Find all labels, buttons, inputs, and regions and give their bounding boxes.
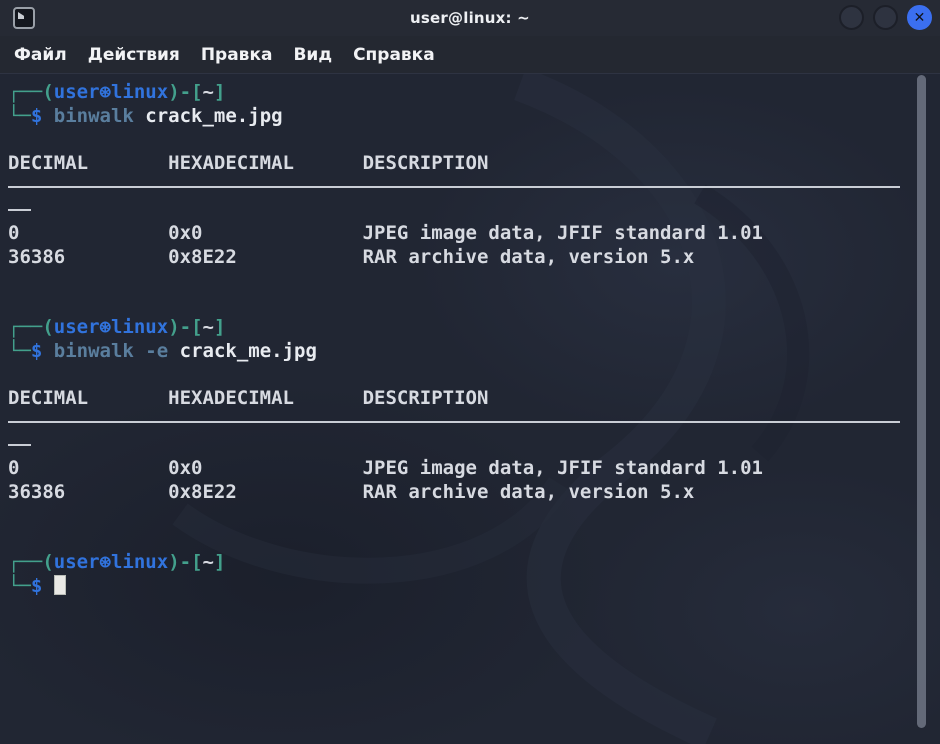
cell-decimal: 0 xyxy=(8,222,168,246)
table-separator-row xyxy=(8,410,940,434)
terminal-window: user@linux: ~ ✕ Файл Действия Правка Вид… xyxy=(0,0,940,744)
prompt-cwd: ~ xyxy=(203,81,214,103)
cell-description: JPEG image data, JFIF standard 1.01 xyxy=(363,457,763,479)
command-name: binwalk xyxy=(54,340,134,362)
prompt-line-1: ┌──(user⊛linux)-[~] xyxy=(8,81,940,105)
titlebar[interactable]: user@linux: ~ ✕ xyxy=(0,0,940,36)
blank-line xyxy=(8,528,940,552)
cell-hex: 0x8E22 xyxy=(168,481,362,505)
table-row: 363860x8E22RAR archive data, version 5.x xyxy=(8,246,940,270)
header-description: DESCRIPTION xyxy=(363,387,489,409)
table-separator-wrap xyxy=(8,444,31,446)
header-decimal: DECIMAL xyxy=(8,152,168,176)
cell-hex: 0x0 xyxy=(168,457,362,481)
blank-line xyxy=(8,504,940,528)
table-separator xyxy=(8,186,900,188)
close-button[interactable]: ✕ xyxy=(907,5,932,30)
table-row: 00x0JPEG image data, JFIF standard 1.01 xyxy=(8,222,940,246)
table-separator-wrap xyxy=(8,209,31,211)
window-controls: ✕ xyxy=(839,5,932,30)
prompt-cwd: ~ xyxy=(203,316,214,338)
header-hexadecimal: HEXADECIMAL xyxy=(168,152,362,176)
table-separator-wrap-row xyxy=(8,199,940,223)
blank-line xyxy=(8,128,940,152)
blank-line xyxy=(8,293,940,317)
cell-description: RAR archive data, version 5.x xyxy=(363,481,695,503)
prompt-frame: )-[ xyxy=(168,551,202,573)
menubar: Файл Действия Правка Вид Справка xyxy=(0,36,940,74)
menu-item-edit[interactable]: Правка xyxy=(201,45,273,65)
maximize-button[interactable] xyxy=(873,5,898,30)
prompt-frame: )-[ xyxy=(168,81,202,103)
prompt-frame: )-[ xyxy=(168,316,202,338)
menu-item-actions[interactable]: Действия xyxy=(88,45,180,65)
blank-line xyxy=(8,363,940,387)
table-separator-wrap-row xyxy=(8,434,940,458)
menu-item-view[interactable]: Вид xyxy=(293,45,332,65)
prompt-username: user xyxy=(54,316,100,338)
terminal-buffer: ┌──(user⊛linux)-[~] └─$ binwalk crack_me… xyxy=(8,81,940,598)
table-row: 00x0JPEG image data, JFIF standard 1.01 xyxy=(8,457,940,481)
prompt-frame: └─ xyxy=(8,105,31,127)
kali-at-icon: ⊛ xyxy=(100,316,111,338)
prompt-frame: └─ xyxy=(8,575,31,597)
minimize-button[interactable] xyxy=(839,5,864,30)
prompt-frame: ] xyxy=(214,551,225,573)
cell-decimal: 36386 xyxy=(8,481,168,505)
prompt-hostname: linux xyxy=(111,551,168,573)
header-hexadecimal: HEXADECIMAL xyxy=(168,387,362,411)
header-description: DESCRIPTION xyxy=(363,152,489,174)
close-icon: ✕ xyxy=(914,10,926,26)
cell-description: JPEG image data, JFIF standard 1.01 xyxy=(363,222,763,244)
prompt-username: user xyxy=(54,81,100,103)
cell-hex: 0x0 xyxy=(168,222,362,246)
cell-decimal: 0 xyxy=(8,457,168,481)
kali-at-icon: ⊛ xyxy=(100,81,111,103)
cell-decimal: 36386 xyxy=(8,246,168,270)
prompt-dollar: $ xyxy=(31,575,54,597)
prompt-frame: └─ xyxy=(8,340,31,362)
menu-item-help[interactable]: Справка xyxy=(353,45,435,65)
prompt-hostname: linux xyxy=(111,81,168,103)
command-name: binwalk xyxy=(54,105,134,127)
prompt-dollar: $ xyxy=(31,105,54,127)
terminal-output-area[interactable]: ┌──(user⊛linux)-[~] └─$ binwalk crack_me… xyxy=(0,74,940,744)
prompt-dollar: $ xyxy=(31,340,54,362)
header-decimal: DECIMAL xyxy=(8,387,168,411)
command-line-2: └─$ binwalk -e crack_me.jpg xyxy=(8,340,940,364)
table-header-row: DECIMALHEXADECIMALDESCRIPTION xyxy=(8,387,940,411)
cell-hex: 0x8E22 xyxy=(168,246,362,270)
table-separator-row xyxy=(8,175,940,199)
prompt-cwd: ~ xyxy=(203,551,214,573)
prompt-frame: ] xyxy=(214,316,225,338)
menu-item-file[interactable]: Файл xyxy=(14,45,67,65)
terminal-cursor xyxy=(54,575,66,595)
command-argument: crack_me.jpg xyxy=(168,340,317,362)
command-line-1: └─$ binwalk crack_me.jpg xyxy=(8,105,940,129)
prompt-frame: ] xyxy=(214,81,225,103)
input-line[interactable]: └─$ xyxy=(8,575,940,599)
prompt-frame: ┌──( xyxy=(8,81,54,103)
prompt-username: user xyxy=(54,551,100,573)
prompt-line-3: ┌──(user⊛linux)-[~] xyxy=(8,551,940,575)
table-separator xyxy=(8,421,900,423)
kali-at-icon: ⊛ xyxy=(100,551,111,573)
scrollbar-thumb[interactable] xyxy=(917,75,926,728)
prompt-line-2: ┌──(user⊛linux)-[~] xyxy=(8,316,940,340)
blank-line xyxy=(8,269,940,293)
prompt-hostname: linux xyxy=(111,316,168,338)
command-argument: crack_me.jpg xyxy=(134,105,283,127)
cell-description: RAR archive data, version 5.x xyxy=(363,246,695,268)
window-title: user@linux: ~ xyxy=(0,9,940,27)
command-option: -e xyxy=(134,340,168,362)
prompt-frame: ┌──( xyxy=(8,316,54,338)
prompt-frame: ┌──( xyxy=(8,551,54,573)
table-header-row: DECIMALHEXADECIMALDESCRIPTION xyxy=(8,152,940,176)
table-row: 363860x8E22RAR archive data, version 5.x xyxy=(8,481,940,505)
